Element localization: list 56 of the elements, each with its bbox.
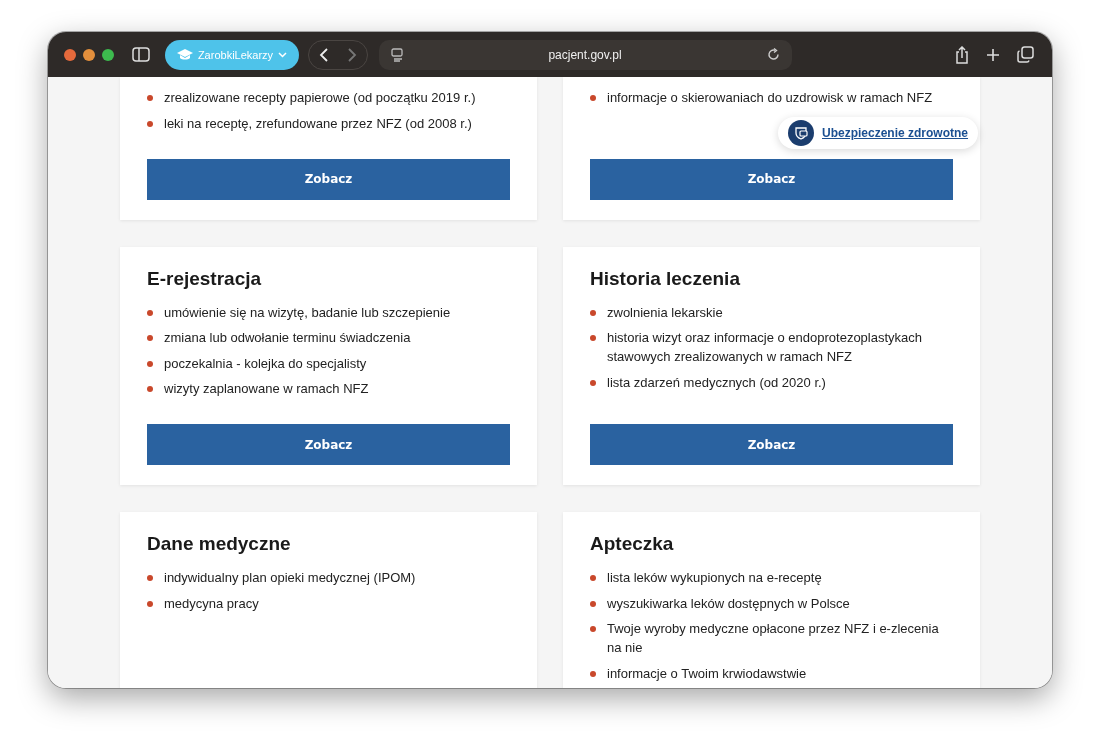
bullet-icon [147, 575, 153, 581]
bullet-icon [590, 670, 596, 677]
back-icon[interactable] [319, 46, 329, 63]
list-item-text: indywidualny plan opieki medycznej (IPOM) [164, 569, 416, 587]
list-item-text: zwolnienia lekarskie [607, 303, 723, 322]
bullet-icon [590, 379, 596, 386]
list-item-text: zmiana lub odwołanie terminu świadczenia [164, 329, 411, 347]
bullet-icon [147, 600, 153, 607]
list-item-text: lista zdarzeń medycznych (od 2020 r.) [607, 373, 826, 392]
bullet-icon [147, 120, 153, 127]
sidebar-icon[interactable] [132, 47, 150, 62]
shield-card-icon [788, 120, 814, 146]
list-item-text: umówienie się na wizytę, badanie lub szczepienie [164, 303, 451, 322]
bullet-icon [147, 335, 153, 341]
chevron-down-icon [278, 51, 288, 58]
zoom-window-button[interactable] [102, 48, 114, 61]
bullet-icon [147, 386, 153, 392]
bullet-icon [590, 600, 596, 607]
list-item-text: lista leków wykupionych na e-receptę [607, 569, 822, 587]
list-item-text: informacje o Twoim krwiodawstwie [607, 664, 807, 683]
list-item-text: wizyty zaplanowane w ramach NFZ [164, 380, 369, 398]
bullet-icon [590, 309, 596, 316]
health-insurance-link[interactable]: Ubezpieczenie zdrowotne [778, 117, 979, 149]
list-item-text: Twoje wyroby medyczne opłacone przez NFZ i e-zlecenia na nie [607, 620, 940, 657]
card-title: Dane medyczne [147, 532, 292, 556]
minimize-window-button[interactable] [83, 48, 95, 61]
bullet-icon [590, 575, 596, 581]
list-item-text: medycyna pracy [164, 594, 259, 613]
list-item-text: informacje o skierowaniach do uzdrowisk w ramach NFZ [607, 89, 933, 107]
reader-icon [391, 47, 403, 62]
reload-icon[interactable] [767, 48, 780, 61]
see-button[interactable]: Zobacz [147, 158, 510, 200]
list-item-text: leki na receptę, zrefundowane przez NFZ (od 2008 r.) [164, 114, 472, 133]
tabs-overview-icon[interactable] [1017, 46, 1034, 63]
share-icon[interactable] [955, 45, 969, 64]
list-item-text: poczekalnia - kolejka do specjalisty [164, 354, 367, 373]
see-button[interactable]: Zobacz [590, 424, 953, 465]
card-title: Historia leczenia [590, 266, 741, 291]
list-item-text: zrealizowane recepty papierowe (od początku 2019 r.) [164, 89, 476, 107]
close-window-button[interactable] [64, 48, 76, 61]
card-title: E-rejestracja [147, 266, 263, 291]
forward-icon[interactable] [347, 46, 357, 63]
card-title: Apteczka [590, 532, 675, 556]
list-item-text: historia wizyt oraz informacje o endoprotezoplastykach stawowych zrealizowanych w ramach NFZ [607, 329, 924, 366]
bullet-icon [590, 626, 596, 632]
bullet-icon [147, 309, 153, 316]
bullet-icon [590, 335, 596, 341]
address-field[interactable]: pacjent.gov.pl [379, 39, 792, 70]
see-button[interactable]: Zobacz [590, 158, 953, 200]
list-item-text: wyszukiwarka leków dostępnych w Polsce [607, 594, 850, 613]
graduation-cap-icon [176, 48, 193, 61]
bullet-icon [590, 95, 596, 101]
new-tab-icon[interactable] [986, 47, 1000, 62]
bullet-icon [147, 95, 153, 101]
bullet-icon [147, 360, 153, 367]
see-button[interactable]: Zobacz [147, 424, 510, 465]
